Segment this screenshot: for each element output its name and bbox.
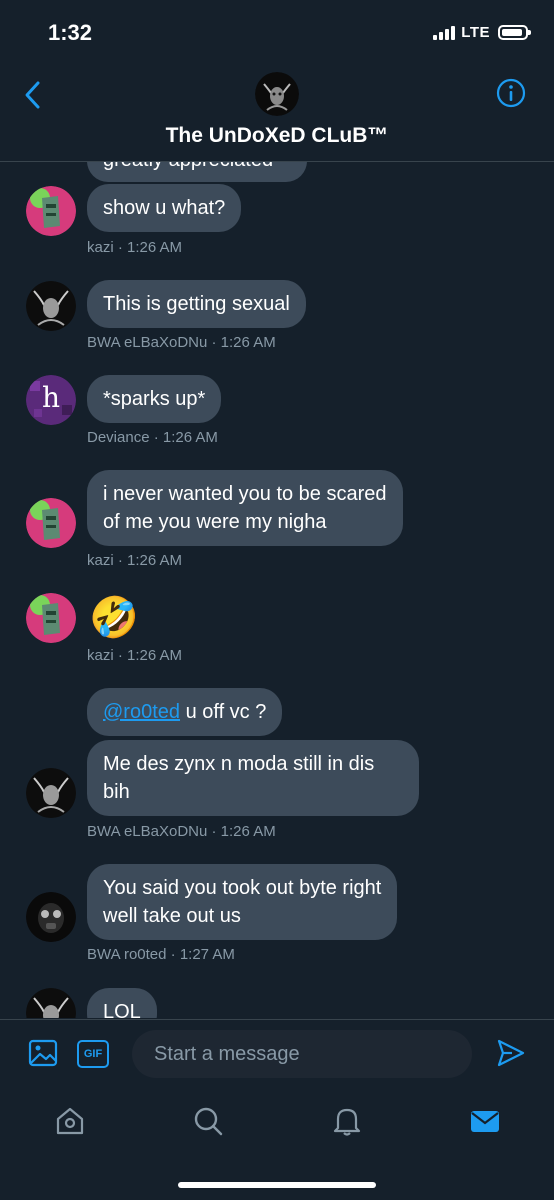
- message-text-line: well take out us: [103, 905, 241, 927]
- avatar-bwa-elbaxodnu[interactable]: [26, 768, 76, 818]
- message-text-line: bih: [103, 781, 130, 803]
- message-meta: BWA eLBaXoDNu · 1:26 AM: [87, 334, 276, 351]
- message-bubble[interactable]: Me des zynx n moda still in dis bih: [87, 740, 419, 816]
- send-icon[interactable]: [496, 1038, 526, 1068]
- status-time: 1:32: [48, 20, 93, 45]
- avatar-kazi[interactable]: [26, 593, 76, 643]
- avatar-deviance[interactable]: h: [26, 375, 76, 425]
- message-bubble[interactable]: This is getting sexual: [87, 280, 306, 328]
- mail-icon[interactable]: [469, 1105, 501, 1137]
- battery-icon: [498, 25, 531, 40]
- message-bubble[interactable]: *sparks up*: [87, 375, 222, 423]
- mention-link[interactable]: @ro0ted: [103, 701, 180, 723]
- avatar-kazi[interactable]: [26, 498, 76, 548]
- message-text: show u what?: [103, 197, 226, 219]
- message-bubble[interactable]: i never wanted you to be scared of me yo…: [87, 470, 403, 546]
- message-list[interactable]: greatly appreciated show u what? kazi · …: [0, 162, 554, 1018]
- message-meta: kazi · 1:26 AM: [87, 239, 183, 256]
- message-meta: Deviance · 1:26 AM: [87, 429, 218, 446]
- info-icon[interactable]: [496, 78, 526, 108]
- message-text-line: i never wanted you to be scared: [103, 483, 387, 505]
- message-text: LOL: [103, 1001, 141, 1018]
- avatar-kazi[interactable]: [26, 186, 76, 236]
- status-bar: 1:32 LTE: [0, 0, 554, 66]
- conversation-header: The UnDoXeD CLuB™: [0, 66, 554, 162]
- avatar-bwa-elbaxodnu[interactable]: [26, 281, 76, 331]
- chevron-left-icon[interactable]: [22, 80, 44, 110]
- home-icon[interactable]: [54, 1105, 86, 1137]
- message-text: *sparks up*: [103, 388, 206, 410]
- tab-bar: [0, 1093, 554, 1200]
- signal-icon: [433, 25, 456, 40]
- message-composer: GIF: [0, 1019, 554, 1094]
- emoji-message[interactable]: 🤣: [89, 594, 139, 642]
- message-bubble[interactable]: You said you took out byte right well ta…: [87, 864, 398, 940]
- avatar-bwa-ro0ted[interactable]: [26, 892, 76, 942]
- message-bubble[interactable]: @ro0ted u off vc ?: [87, 688, 283, 736]
- message-bubble[interactable]: show u what?: [87, 184, 242, 232]
- message-meta: kazi · 1:26 AM: [87, 647, 183, 664]
- home-indicator: [178, 1182, 376, 1188]
- message-text: This is getting sexual: [103, 293, 290, 315]
- message-bubble[interactable]: LOL: [87, 988, 157, 1018]
- message-text-line: of me you were my nigha: [103, 511, 327, 533]
- message-meta: BWA ro0ted · 1:27 AM: [87, 946, 235, 963]
- avatar-bwa-elbaxodnu[interactable]: [26, 988, 76, 1018]
- group-avatar[interactable]: [255, 72, 299, 116]
- message-input[interactable]: [132, 1030, 472, 1078]
- avatar-letter: h: [41, 381, 61, 414]
- bell-icon[interactable]: [331, 1105, 363, 1137]
- gif-button[interactable]: GIF: [77, 1040, 109, 1068]
- network-label: LTE: [461, 24, 490, 41]
- message-meta: kazi · 1:26 AM: [87, 552, 183, 569]
- conversation-title: The UnDoXeD CLuB™: [165, 124, 389, 147]
- message-text: u off vc ?: [180, 701, 267, 723]
- message-bubble[interactable]: greatly appreciated: [87, 162, 307, 182]
- message-text: greatly appreciated: [103, 162, 273, 171]
- message-text-line: You said you took out byte right: [103, 877, 382, 899]
- message-text-line: Me des zynx n moda still in dis: [103, 753, 375, 775]
- status-indicators: LTE: [433, 24, 531, 41]
- image-icon[interactable]: [28, 1038, 58, 1068]
- message-meta: BWA eLBaXoDNu · 1:26 AM: [87, 823, 276, 840]
- search-icon[interactable]: [192, 1105, 224, 1137]
